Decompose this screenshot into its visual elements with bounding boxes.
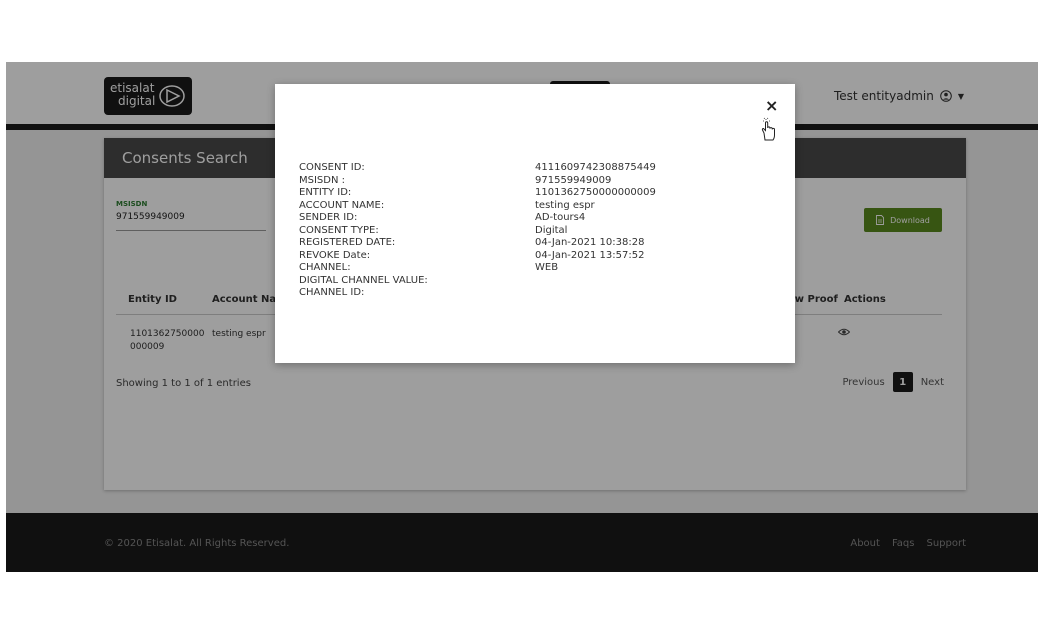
detail-row-entity-id: ENTITY ID: 1101362750000000009 (299, 187, 656, 198)
detail-row-msisdn: MSISDN :971559949009 (299, 174, 612, 186)
consent-details-list: CONSENT ID: 4111609742308875449 MSISDN :9… (299, 162, 779, 300)
detail-row-account-name: ACCOUNT NAME: testing espr (299, 199, 595, 211)
detail-row-revoke-date: REVOKE Date: 04-Jan-2021 13:57:52 (299, 249, 645, 261)
close-icon[interactable]: × (765, 96, 778, 115)
detail-row-channel: CHANNEL: WEB (299, 262, 559, 273)
detail-row-consent-type: CONSENT TYPE: Digital (299, 224, 568, 236)
hand-pointer-icon (761, 117, 775, 141)
detail-row-consent-id: CONSENT ID: 4111609742308875449 (299, 162, 656, 173)
consent-details-modal: × CONSENT ID: 4111609742308875449 MSISDN … (275, 84, 795, 363)
detail-row-digital-channel-value: DIGITAL CHANNEL VALUE: (299, 274, 428, 286)
detail-row-channel-id: CHANNEL ID: (299, 287, 365, 298)
detail-row-registered-date: REGISTERED DATE: 04-Jan-2021 10:38:28 (299, 237, 645, 248)
detail-row-sender-id: SENDER ID: AD-tours4 (299, 212, 586, 223)
